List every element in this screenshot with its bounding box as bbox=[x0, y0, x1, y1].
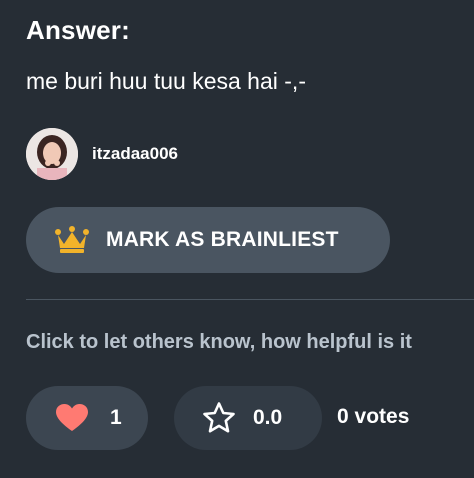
answer-heading: Answer: bbox=[26, 15, 130, 45]
mark-as-brainliest-button[interactable]: MARK AS BRAINLIEST bbox=[26, 207, 390, 273]
helpful-prompt: Click to let others know, how helpful is… bbox=[26, 331, 412, 353]
author-username[interactable]: itzadaa006 bbox=[92, 144, 178, 164]
heart-icon bbox=[56, 404, 88, 432]
avatar[interactable] bbox=[26, 128, 78, 180]
rate-button[interactable]: 0.0 bbox=[174, 386, 322, 450]
divider bbox=[26, 299, 474, 300]
rating-value: 0.0 bbox=[253, 406, 283, 429]
star-outline-icon bbox=[202, 401, 236, 435]
like-count: 1 bbox=[110, 406, 122, 429]
mark-as-brainliest-label: MARK AS BRAINLIEST bbox=[106, 228, 339, 251]
avatar-photo bbox=[26, 128, 78, 180]
answer-text: me buri huu tuu kesa hai -,- bbox=[26, 68, 306, 94]
votes-count: 0 votes bbox=[337, 405, 410, 428]
crown-icon bbox=[55, 226, 89, 254]
author-row[interactable]: itzadaa006 bbox=[26, 128, 178, 180]
like-button[interactable]: 1 bbox=[26, 386, 148, 450]
